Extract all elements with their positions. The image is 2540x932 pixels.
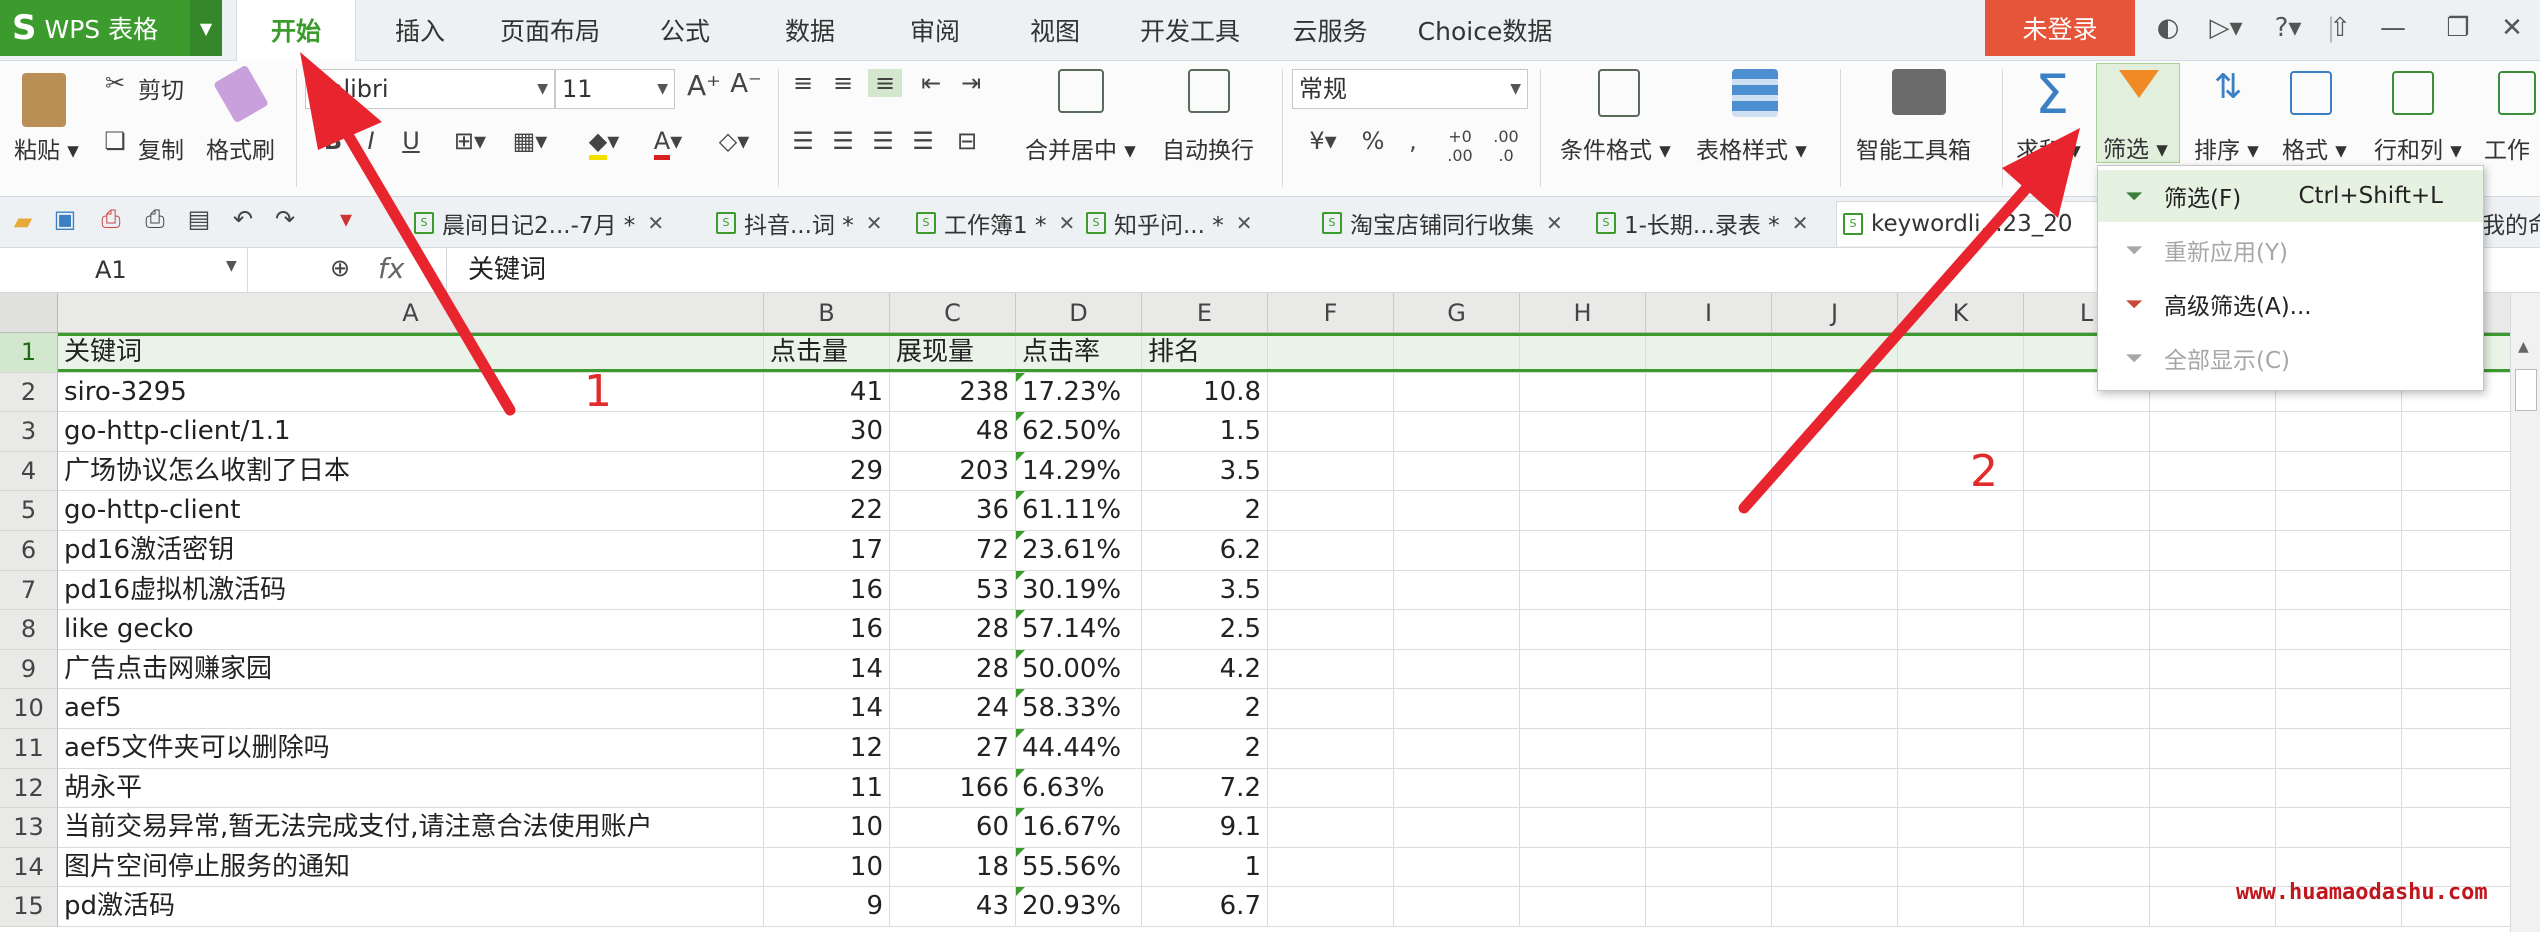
arrow-1 [300,52,516,416]
annotation-label-1: 1 [584,366,612,417]
arrow-2 [1738,128,2080,514]
annotation-layer [300,52,2080,514]
annotation-label-2: 2 [1970,446,1998,497]
watermark: www.huamaodashu.com [2236,880,2488,905]
